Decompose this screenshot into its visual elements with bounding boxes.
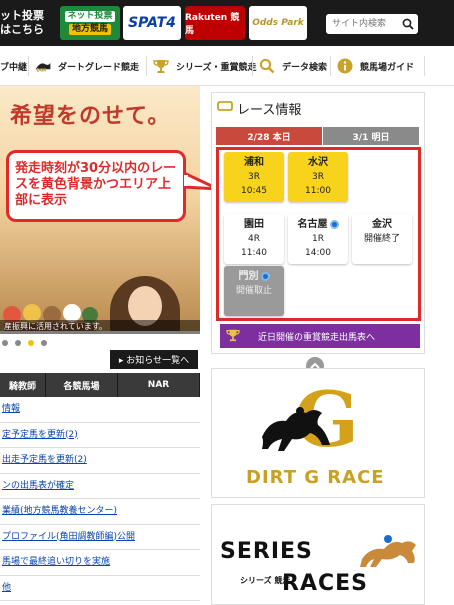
nav-item-series[interactable]: シリーズ・重賞競走 xyxy=(152,46,257,86)
track-race: 3R xyxy=(248,172,260,182)
magnifier-icon xyxy=(258,57,276,75)
online-voting-line1: ット投票 xyxy=(0,9,44,22)
series-races-banner[interactable]: SERIES シリーズ 競走 RACES xyxy=(211,504,425,605)
carousel-dots xyxy=(2,340,47,346)
night-race-icon xyxy=(260,271,270,281)
hero-title: 希望をのせて。 xyxy=(10,104,171,129)
track-name: 水沢 xyxy=(308,157,328,168)
nav-item-live[interactable]: ブ中継 xyxy=(0,46,27,86)
trophy-icon xyxy=(226,328,240,345)
series-title-bottom: RACES xyxy=(282,571,368,596)
spat4-logo[interactable]: SPAT4 xyxy=(123,6,181,40)
search-icon[interactable] xyxy=(398,14,418,34)
tab-each-track[interactable]: 各競馬場 xyxy=(46,373,118,397)
netbet-line2: 地方競馬 xyxy=(68,24,111,35)
tab-tomorrow[interactable]: 3/1 明日 xyxy=(323,127,419,145)
odds-park-logo[interactable]: Odds Park xyxy=(249,6,307,40)
news-item[interactable]: ンの出馬表が確定 xyxy=(0,474,200,499)
carousel-dot[interactable] xyxy=(15,340,21,346)
track-time: 11:00 xyxy=(305,186,331,196)
carousel-dot-active[interactable] xyxy=(28,340,34,346)
dirt-g-race-title: DIRT G RACE xyxy=(246,467,385,488)
track-card-urawa[interactable]: 浦和 3R 10:45 xyxy=(224,152,284,202)
racehorse-jockey-icon xyxy=(360,535,416,567)
nav-item-label: シリーズ・重賞競走 xyxy=(176,62,257,73)
race-info-header: レース情報 xyxy=(211,98,425,118)
tab-nar[interactable]: NAR xyxy=(118,373,200,397)
online-voting-link[interactable]: ット投票 はこちら xyxy=(0,9,44,37)
nav-divider xyxy=(252,56,253,76)
track-name: 園田 xyxy=(244,219,264,230)
dirt-grade-logo-icon: DGR xyxy=(34,57,52,75)
track-card-monbetsu[interactable]: 門別 開催取止 xyxy=(224,266,284,316)
news-item[interactable]: 他 xyxy=(0,576,200,601)
nav-item-label: データ検索 xyxy=(282,62,328,73)
series-title-top: SERIES xyxy=(220,539,313,564)
news-item[interactable]: 業績(地方競馬教養センター) xyxy=(0,499,200,525)
track-name: 門別 xyxy=(238,271,259,282)
track-card-nagoya[interactable]: 名古屋 1R 14:00 xyxy=(288,214,348,264)
night-race-icon xyxy=(329,219,339,229)
track-card-sonoda[interactable]: 園田 4R 11:40 xyxy=(224,214,284,264)
track-card-mizusawa[interactable]: 水沢 3R 11:00 xyxy=(288,152,348,202)
top-bar: ット投票 はこちら ネット投票 地方競馬 SPAT4 Rakuten 競馬 Od… xyxy=(0,0,454,46)
nav-divider xyxy=(28,56,29,76)
netbet-line1: ネット投票 xyxy=(65,11,115,22)
nav-divider xyxy=(424,56,425,76)
track-name: 金沢 xyxy=(372,219,392,230)
news-item[interactable]: 情報 xyxy=(0,397,200,423)
track-status: 開催取止 xyxy=(235,286,272,296)
track-time: 11:40 xyxy=(241,248,267,258)
carousel-dot[interactable] xyxy=(41,340,47,346)
online-voting-line2: はこちら xyxy=(0,23,44,36)
news-item[interactable]: 出走予定馬を更新(2) xyxy=(0,448,200,474)
news-item[interactable]: 定予定馬を更新(2) xyxy=(0,423,200,448)
track-race: 4R xyxy=(248,234,260,244)
nav-item-label: ブ中継 xyxy=(0,62,28,73)
nav-divider xyxy=(330,56,331,76)
svg-text:DGR: DGR xyxy=(36,68,47,73)
track-name: 浦和 xyxy=(244,157,264,168)
track-time: 10:45 xyxy=(241,186,267,196)
rakuten-keiba-logo[interactable]: Rakuten 競馬 xyxy=(185,6,245,40)
track-race: 1R xyxy=(312,234,324,244)
nav-item-label: ダートグレード競走 xyxy=(58,62,140,73)
tab-trainers[interactable]: 騎教師 xyxy=(0,373,46,397)
tab-today[interactable]: 2/28 本日 xyxy=(216,127,322,145)
nav-item-label: 競馬場ガイド xyxy=(360,62,415,73)
track-race: 3R xyxy=(312,172,324,182)
hero-caption: 産振興に活用されています。 xyxy=(0,320,200,334)
nav-item-data-search[interactable]: データ検索 xyxy=(258,46,327,86)
news-item[interactable]: 馬場で最終追い切りを実施 xyxy=(0,550,200,576)
main-nav: ブ中継 DGR ダートグレード競走 シリーズ・重賞競走 データ検索 競馬場ガイド xyxy=(0,46,454,86)
graded-race-entries-button[interactable]: 近日開催の重賞競走出馬表へ xyxy=(220,324,420,348)
news-tabs: 騎教師 各競馬場 NAR xyxy=(0,373,200,397)
track-time: 14:00 xyxy=(305,248,331,258)
graded-race-button-label: 近日開催の重賞競走出馬表へ xyxy=(258,332,376,343)
news-list: 情報 定予定馬を更新(2) 出走予定馬を更新(2) ンの出馬表が確定 業績(地方… xyxy=(0,397,200,601)
track-name: 名古屋 xyxy=(297,219,328,230)
trophy-icon xyxy=(152,57,170,75)
track-status: 開催終了 xyxy=(363,234,400,244)
racehorse-silhouette-icon xyxy=(262,407,330,451)
nav-item-dirt-grade[interactable]: DGR ダートグレード競走 xyxy=(34,46,139,86)
race-info-icon xyxy=(217,99,233,117)
race-info-title: レース情報 xyxy=(237,102,302,118)
news-item[interactable]: プロファイル(角田調教師編)公開 xyxy=(0,525,200,550)
info-icon xyxy=(336,57,354,75)
news-list-button[interactable]: ▸ お知らせ一覧へ xyxy=(110,350,198,369)
carousel-dot[interactable] xyxy=(2,340,8,346)
dirt-grade-race-banner[interactable]: G DIRT G RACE xyxy=(211,368,425,498)
track-card-kanazawa[interactable]: 金沢 開催終了 xyxy=(352,214,412,264)
nav-divider xyxy=(146,56,147,76)
netbet-logo[interactable]: ネット投票 地方競馬 xyxy=(60,6,120,40)
nav-item-course-guide[interactable]: 競馬場ガイド xyxy=(336,46,414,86)
annotation-callout: 発走時刻が30分以内のレースを黄色背景かつエリア上部に表示 xyxy=(6,150,186,222)
